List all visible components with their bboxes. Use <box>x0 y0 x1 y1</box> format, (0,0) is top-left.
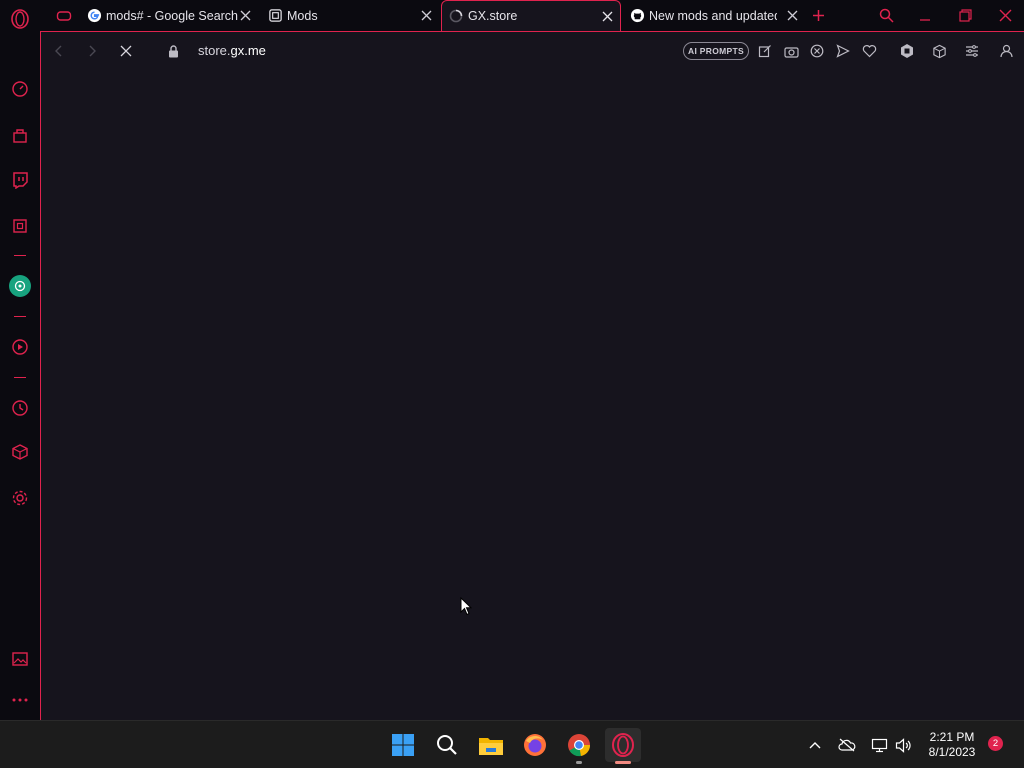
gx-shop-icon[interactable] <box>9 124 31 146</box>
player-icon[interactable] <box>9 336 31 358</box>
tab-github[interactable]: New mods and updated <box>623 0 798 31</box>
stop-loading-icon[interactable] <box>118 43 134 59</box>
settings-gear-icon[interactable] <box>9 487 31 509</box>
gamepad-icon <box>56 8 72 24</box>
volume-icon[interactable] <box>893 735 913 755</box>
url-field[interactable]: store.gx.me <box>198 43 266 58</box>
mods-icon <box>267 8 283 24</box>
vpn-badge-icon[interactable] <box>899 43 915 59</box>
tab-label: mods# - Google Search <box>106 8 239 23</box>
profile-icon[interactable] <box>998 43 1014 59</box>
wallpaper-icon[interactable] <box>9 648 31 670</box>
clock-time: 2:21 PM <box>929 730 975 744</box>
search-icon <box>879 8 894 24</box>
opera-logo-icon[interactable] <box>9 8 31 30</box>
system-clock[interactable]: 2:21 PM 8/1/2023 <box>920 730 984 760</box>
restore-button[interactable] <box>953 0 975 31</box>
file-explorer-icon[interactable] <box>477 731 505 759</box>
speedometer-icon[interactable] <box>9 78 31 100</box>
clock-date: 8/1/2023 <box>928 745 976 759</box>
heart-icon[interactable] <box>861 43 877 59</box>
restore-icon <box>959 8 972 24</box>
extensions-cube-icon[interactable] <box>931 43 947 59</box>
sidebar-divider <box>14 255 26 256</box>
search-tabs-button[interactable] <box>873 0 895 31</box>
plus-icon <box>812 8 825 24</box>
tab-strip: mods# - Google Search Mods GX.store New … <box>40 0 1024 31</box>
opera-gx-taskbar-icon[interactable] <box>605 728 641 762</box>
show-hidden-icons-icon[interactable] <box>805 735 825 755</box>
close-tab-icon[interactable] <box>786 9 799 22</box>
search-icon[interactable] <box>433 731 461 759</box>
ai-prompts-button[interactable]: AI PROMPTS <box>683 42 749 60</box>
twitch-icon[interactable] <box>9 169 31 191</box>
notification-badge[interactable]: 2 <box>988 736 1003 751</box>
forward-icon[interactable] <box>84 43 100 59</box>
running-indicator <box>576 761 582 764</box>
camera-icon[interactable] <box>783 43 799 59</box>
onedrive-offline-icon[interactable] <box>837 735 857 755</box>
start-windows-icon[interactable] <box>389 731 417 759</box>
network-icon[interactable] <box>869 735 889 755</box>
tab-label: Mods <box>287 8 318 23</box>
active-indicator <box>615 761 631 764</box>
address-bar: store.gx.me AI PROMPTS <box>41 32 1024 70</box>
loading-spinner-icon <box>448 8 464 24</box>
page-content: store.gx.me AI PROMPTS <box>40 31 1024 720</box>
tab-label: New mods and updated <box>649 8 777 23</box>
url-domain: gx.me <box>230 43 266 58</box>
close-window-button[interactable] <box>993 0 1015 31</box>
edit-share-icon[interactable] <box>757 43 773 59</box>
opera-gx-window: mods# - Google Search Mods GX.store New … <box>0 0 1024 768</box>
back-icon[interactable] <box>51 43 67 59</box>
sidebar <box>0 0 40 720</box>
more-dots-icon[interactable] <box>9 689 31 711</box>
firefox-icon[interactable] <box>521 731 549 759</box>
tab-label: GX.store <box>468 9 518 23</box>
ad-block-icon[interactable] <box>809 43 825 59</box>
tab-google-search[interactable]: mods# - Google Search <box>80 0 258 31</box>
tab-gx-store[interactable]: GX.store <box>441 0 621 31</box>
workspaces-button[interactable] <box>50 0 76 31</box>
cpu-limiter-icon[interactable] <box>9 215 31 237</box>
close-tab-icon[interactable] <box>239 9 252 22</box>
close-icon <box>999 8 1012 24</box>
close-tab-icon[interactable] <box>601 10 614 23</box>
chrome-icon[interactable] <box>565 731 593 759</box>
close-tab-icon[interactable] <box>420 9 433 22</box>
history-icon[interactable] <box>9 397 31 419</box>
easy-setup-icon[interactable] <box>964 43 980 59</box>
extensions-cube-icon[interactable] <box>9 441 31 463</box>
url-subdomain: store. <box>198 43 231 58</box>
minimize-icon <box>919 8 931 24</box>
sidebar-divider <box>14 377 26 378</box>
google-icon <box>86 8 102 24</box>
new-tab-button[interactable] <box>806 0 828 31</box>
mouse-cursor-icon <box>460 596 473 621</box>
minimize-button[interactable] <box>913 0 935 31</box>
taskbar: 2:21 PM 8/1/2023 <box>0 720 1024 768</box>
lock-icon[interactable] <box>165 43 181 59</box>
tab-mods[interactable]: Mods <box>261 0 439 31</box>
send-icon[interactable] <box>835 43 851 59</box>
sidebar-divider <box>14 316 26 317</box>
chatgpt-icon[interactable] <box>9 275 31 297</box>
github-icon <box>629 8 645 24</box>
